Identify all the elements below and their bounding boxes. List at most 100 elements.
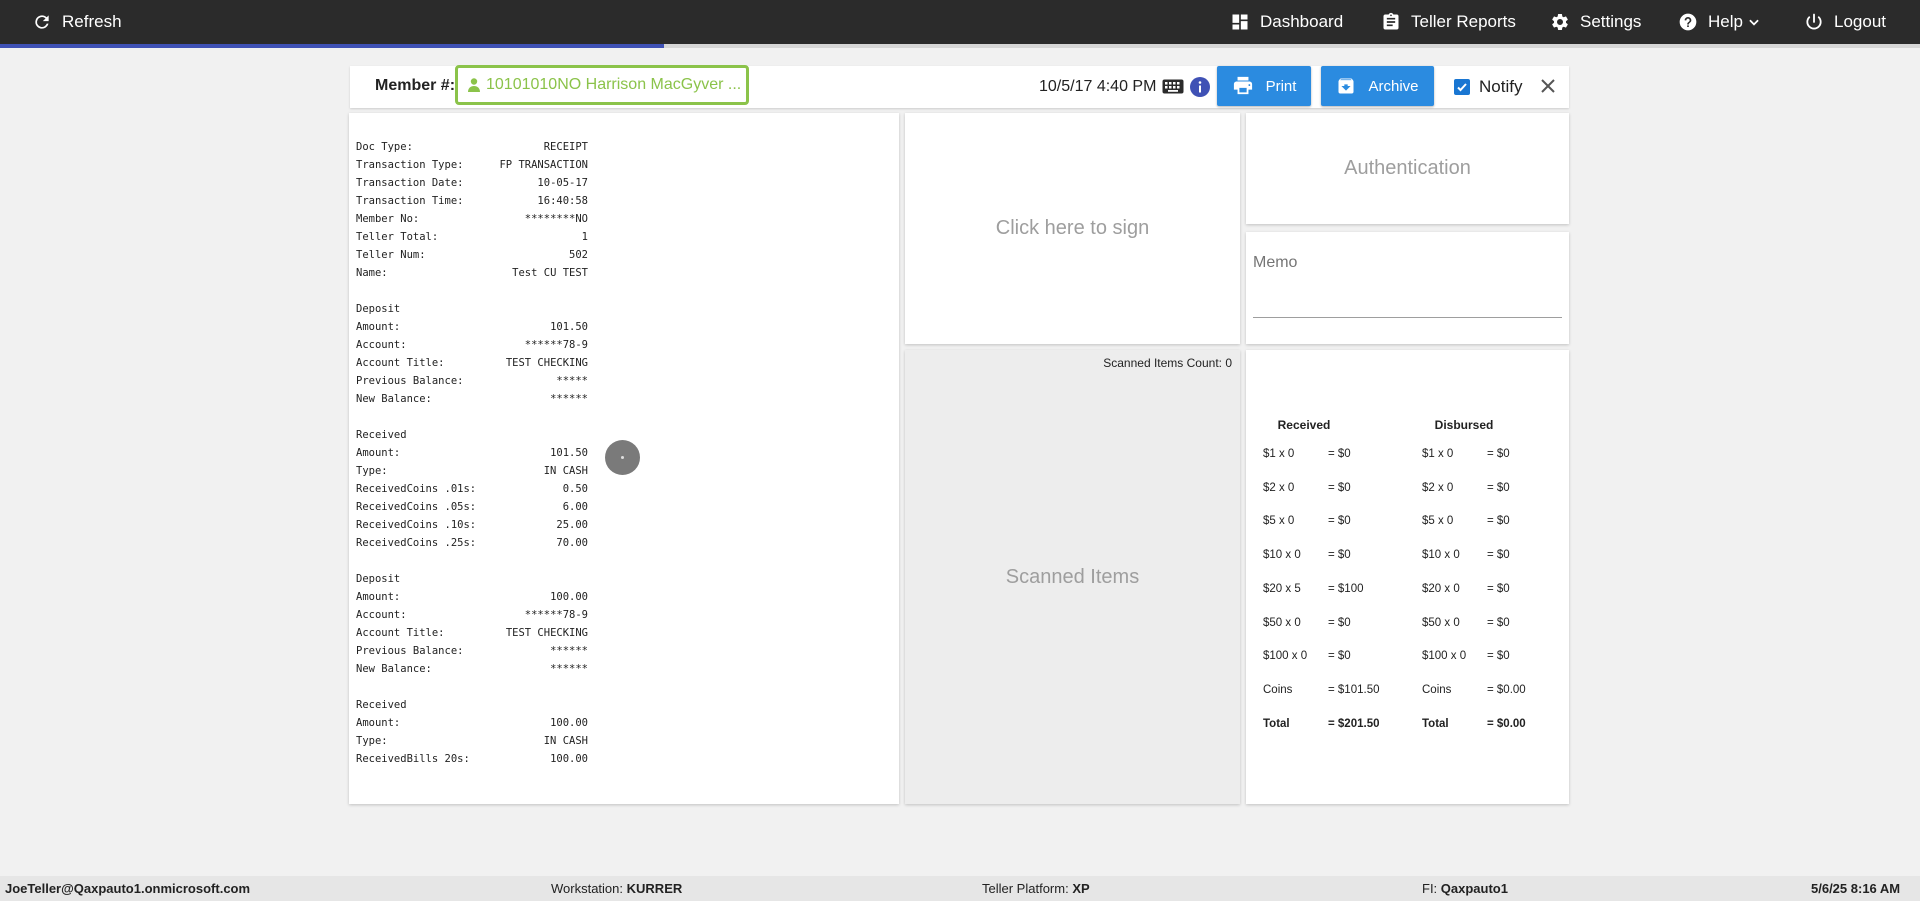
touch-cursor-indicator	[605, 440, 640, 475]
cash-d-label: $100 x 0	[1422, 650, 1467, 663]
cash-summary-panel: Received Disbursed $1 x 0 = $0 $1 x 0 = $0 $…	[1246, 350, 1569, 804]
receipt-line-label: Account Title:	[356, 627, 445, 639]
cash-r-label: $10 x 0	[1263, 549, 1301, 562]
help-nav[interactable]: Help	[1678, 0, 1761, 44]
keyboard-icon[interactable]	[1162, 79, 1184, 94]
logout-label: Logout	[1834, 12, 1886, 31]
workstation-value: KURRER	[626, 881, 683, 896]
receipt-line-label: Received	[356, 699, 407, 711]
receipt-line-value: TEST CHECKING	[505, 627, 588, 639]
refresh-icon	[35, 15, 49, 29]
receipt-line-value: 101.50	[550, 447, 588, 459]
cash-d-label: Coins	[1422, 683, 1452, 696]
member-value: 10101010NO Harrison MacGyver ...	[486, 76, 742, 93]
cash-r-value: = $0	[1328, 650, 1351, 663]
receipt-line-label: Teller Num:	[356, 249, 426, 261]
cash-d-value: = $0	[1487, 481, 1510, 494]
cash-r-label: $100 x 0	[1263, 650, 1308, 663]
receipt-line-value: ******78-9	[524, 609, 588, 621]
settings-label: Settings	[1580, 12, 1642, 31]
cash-d-value: = $0	[1487, 515, 1510, 528]
receipt-line-label: New Balance:	[356, 393, 432, 405]
receipt-line-label: Amount:	[356, 717, 401, 729]
cash-d-label: $1 x 0	[1422, 448, 1454, 460]
notify-checkbox[interactable]	[1454, 79, 1470, 95]
receipt-line: Member No: ********NO	[356, 210, 588, 228]
cash-d-label: $2 x 0	[1422, 481, 1454, 494]
disbursed-header: Disbursed	[1434, 418, 1494, 432]
receipt-line-label: ReceivedCoins .10s:	[356, 519, 477, 531]
help-label: Help	[1708, 12, 1743, 31]
cash-r-value: = $0	[1328, 515, 1351, 528]
receipt-line: Account Title: TEST CHECKING	[356, 354, 588, 372]
cash-r-value: = $100	[1328, 582, 1364, 595]
logout-button[interactable]: Logout	[1804, 0, 1886, 44]
receipt-line-value: ******78-9	[524, 339, 588, 351]
checkmark-icon	[1457, 83, 1467, 92]
workstation-label: Workstation:	[551, 881, 624, 896]
receipt-line-label: Amount:	[356, 591, 401, 603]
fi-value: Qaxpauto1	[1440, 881, 1508, 896]
cash-r-value: = $0	[1328, 616, 1351, 629]
refresh-button[interactable]: Refresh	[32, 0, 122, 44]
receipt-line: Teller Num: 502	[356, 246, 588, 264]
signature-prompt: Click here to sign	[995, 217, 1150, 239]
dashboard-nav[interactable]: Dashboard	[1230, 0, 1343, 44]
receipt-line-value: ******	[550, 645, 588, 657]
dashboard-label: Dashboard	[1260, 12, 1344, 31]
receipt-line-label: Amount:	[356, 321, 401, 333]
progress-bar-fill	[0, 44, 665, 48]
receipt-line	[356, 282, 588, 300]
receipt-lines: Doc Type: RECEIPT Transaction Type: FP TRAN…	[356, 138, 588, 768]
authentication-label: Authentication	[1344, 157, 1471, 179]
member-search-field[interactable]: 10101010NO Harrison MacGyver ...	[455, 65, 749, 105]
receipt-line: Transaction Time: 16:40:58	[356, 192, 588, 210]
info-icon[interactable]	[1190, 77, 1210, 97]
print-button[interactable]: Print	[1217, 66, 1311, 106]
cash-d-value: = $0	[1487, 549, 1510, 562]
receipt-line-value: 502	[569, 249, 588, 261]
notify-toggle[interactable]: Notify	[1454, 66, 1522, 108]
status-footer: JoeTeller@Qaxpauto1.onmicrosoft.com Work…	[0, 876, 1920, 901]
receipt-line-value: ********NO	[524, 213, 588, 225]
signature-pad[interactable]: Click here to sign	[905, 113, 1240, 344]
receipt-line-value: 1	[581, 231, 588, 243]
receipt-line: Deposit	[356, 300, 588, 318]
chevron-down-icon	[1749, 19, 1759, 26]
receipt-line: Amount: 101.50	[356, 318, 588, 336]
receipt-line-value: 16:40:58	[537, 195, 588, 207]
cash-d-value: = $0.00	[1487, 717, 1526, 730]
receipt-line-value: 10-05-17	[537, 177, 588, 189]
memo-label: Memo	[1253, 254, 1298, 271]
receipt-line: Account: ******78-9	[356, 606, 588, 624]
cash-d-value: = $0	[1487, 582, 1510, 595]
receipt-line: Transaction Date: 10-05-17	[356, 174, 588, 192]
scanned-items-title: Scanned Items	[1005, 565, 1140, 588]
receipt-line: ReceivedCoins .25s: 70.00	[356, 534, 588, 552]
receipt-line: Name: Test CU TEST	[356, 264, 588, 282]
receipt-line-value: IN CASH	[543, 735, 588, 747]
authentication-panel[interactable]: Authentication	[1246, 113, 1569, 224]
archive-button[interactable]: Archive	[1321, 66, 1434, 106]
receipt-line: Type: IN CASH	[356, 462, 588, 480]
archive-label: Archive	[1368, 77, 1419, 95]
help-icon	[1679, 13, 1697, 31]
receipt-line-label: Received	[356, 429, 407, 441]
receipt-line: Previous Balance: *****	[356, 372, 588, 390]
settings-nav[interactable]: Settings	[1550, 0, 1641, 44]
receipt-line-label: Deposit	[356, 303, 401, 315]
memo-input[interactable]	[1253, 282, 1562, 318]
receipt-line-label: Account:	[356, 339, 407, 351]
person-icon	[468, 78, 480, 92]
cash-r-value: = $0	[1328, 448, 1351, 460]
cash-r-value: = $101.50	[1328, 683, 1380, 696]
cash-r-label: Total	[1263, 717, 1290, 730]
cash-d-label: $50 x 0	[1422, 616, 1460, 629]
close-icon[interactable]	[1540, 78, 1556, 94]
receipt-line-value: FP TRANSACTION	[499, 159, 588, 171]
teller-reports-nav[interactable]: Teller Reports	[1381, 0, 1516, 44]
cash-r-label: $20 x 5	[1263, 582, 1301, 595]
receipt-line: ReceivedBills 20s: 100.00	[356, 750, 588, 768]
receipt-line-label: Deposit	[356, 573, 401, 585]
receipt-line: Type: IN CASH	[356, 732, 588, 750]
